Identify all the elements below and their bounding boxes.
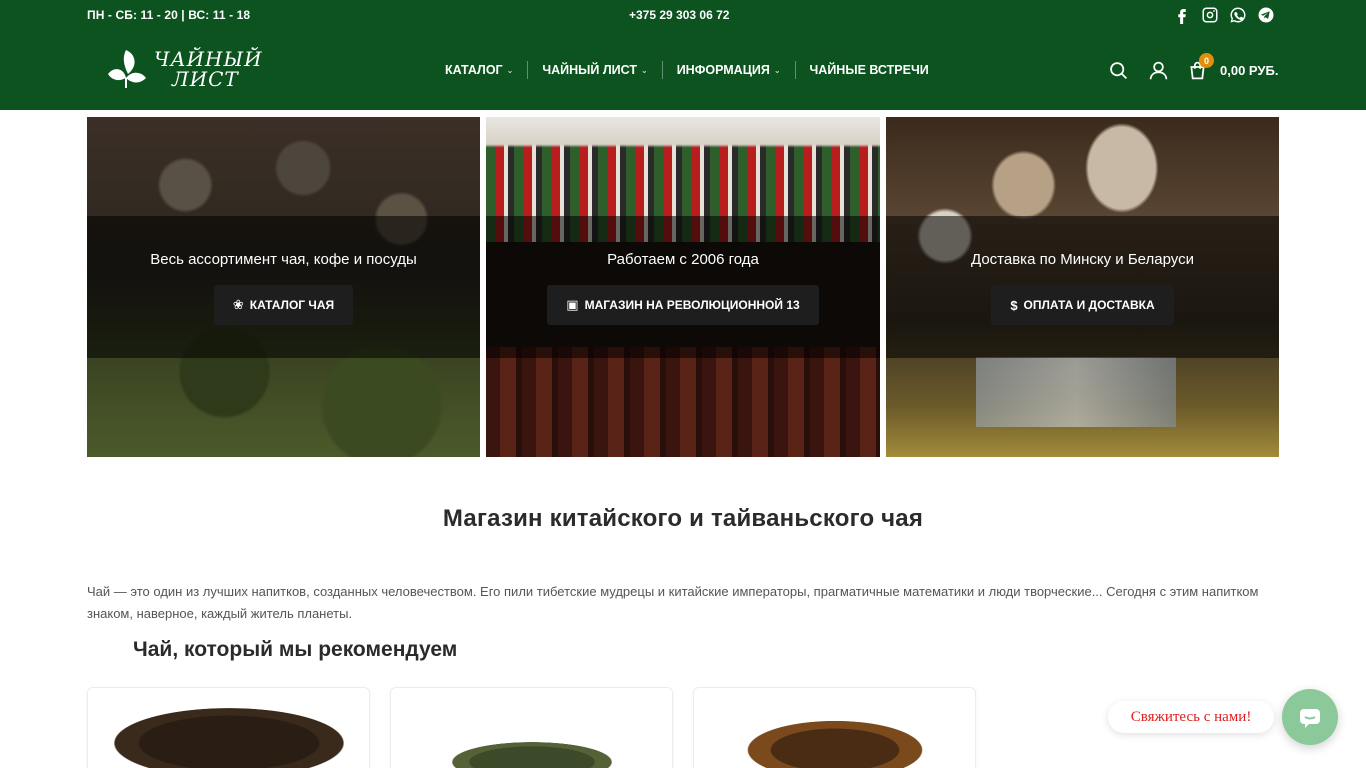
cart-count-badge: 0 <box>1199 53 1214 68</box>
social-links <box>1172 5 1276 25</box>
phone-number[interactable]: +375 29 303 06 72 <box>629 8 729 22</box>
banner-overlay: Работаем с 2006 года ▣ МАГАЗИН НА РЕВОЛЮ… <box>486 216 880 358</box>
cart-icon[interactable]: 0 <box>1185 53 1214 82</box>
chat-button[interactable] <box>1282 689 1338 745</box>
tea-leaf-logo-icon <box>104 44 148 95</box>
logo-line-2: ЛИСТ <box>172 67 239 91</box>
main-navigation: КАТАЛОГ ⌄ ЧАЙНЫЙ ЛИСТ ⌄ ИНФОРМАЦИЯ ⌄ ЧАЙ… <box>445 60 929 80</box>
banner-title: Доставка по Минску и Беларуси <box>971 251 1194 268</box>
cart-total[interactable]: 0,00 РУБ. <box>1220 63 1278 78</box>
top-bar: ПН - СБ: 11 - 20 | ВС: 11 - 18 +375 29 3… <box>0 0 1366 32</box>
dollar-icon: $ <box>1010 297 1018 313</box>
header-tools: 0 0,00 РУБ. <box>1106 53 1278 82</box>
product-card[interactable] <box>87 687 370 768</box>
page-title: Магазин китайского и тайваньского чая <box>442 505 924 532</box>
banner-overlay: Весь ассортимент чая, кофе и посуды ❀ КА… <box>87 216 480 358</box>
store-address-button[interactable]: ▣ МАГАЗИН НА РЕВОЛЮЦИОННОЙ 13 <box>547 285 819 325</box>
button-label: МАГАЗИН НА РЕВОЛЮЦИОННОЙ 13 <box>584 298 800 312</box>
chevron-down-icon: ⌄ <box>773 65 781 75</box>
leaf-icon: ❀ <box>232 297 244 312</box>
product-image <box>113 708 344 768</box>
nav-item-information[interactable]: ИНФОРМАЦИЯ ⌄ <box>677 63 781 77</box>
nav-divider <box>794 61 796 79</box>
instagram-icon[interactable] <box>1200 5 1220 25</box>
nav-item-label: КАТАЛОГ <box>445 63 503 77</box>
payment-delivery-button[interactable]: $ ОПЛАТА И ДОСТАВКА <box>991 285 1174 325</box>
search-icon[interactable] <box>1106 58 1130 82</box>
product-image <box>744 720 925 768</box>
catalog-tea-button[interactable]: ❀ КАТАЛОГ ЧАЯ <box>213 285 354 325</box>
product-card[interactable] <box>693 687 976 768</box>
facebook-icon[interactable] <box>1172 5 1192 25</box>
working-hours: ПН - СБ: 11 - 20 | ВС: 11 - 18 <box>87 8 251 22</box>
chevron-down-icon: ⌄ <box>640 65 648 75</box>
logo-text: ЧАЙНЫЙ ЛИСТ <box>154 49 263 89</box>
recommended-title: Чай, который мы рекомендуем <box>133 638 458 661</box>
whatsapp-icon[interactable] <box>1228 5 1248 25</box>
telegram-icon[interactable] <box>1256 5 1276 25</box>
contact-us-label[interactable]: Свяжитесь с нами! <box>1108 701 1274 733</box>
site-header: ПН - СБ: 11 - 20 | ВС: 11 - 18 +375 29 3… <box>0 0 1366 110</box>
store-icon: ▣ <box>566 297 579 312</box>
nav-item-catalog[interactable]: КАТАЛОГ ⌄ <box>445 63 513 77</box>
nav-divider <box>661 61 663 79</box>
product-card[interactable] <box>390 687 673 768</box>
banner-catalog[interactable]: Весь ассортимент чая, кофе и посуды ❀ КА… <box>87 117 480 457</box>
chevron-down-icon: ⌄ <box>506 65 514 75</box>
chat-icon <box>1300 709 1320 728</box>
banner-title: Весь ассортимент чая, кофе и посуды <box>150 251 417 268</box>
nav-item-tea-leaf[interactable]: ЧАЙНЫЙ ЛИСТ ⌄ <box>542 63 647 77</box>
button-label: КАТАЛОГ ЧАЯ <box>249 298 335 312</box>
banner-title: Работаем с 2006 года <box>607 251 759 268</box>
nav-item-label: ЧАЙНЫЕ ВСТРЕЧИ <box>809 63 929 77</box>
product-image <box>451 742 612 768</box>
nav-item-label: ИНФОРМАЦИЯ <box>676 63 770 77</box>
button-label: ОПЛАТА И ДОСТАВКА <box>1023 298 1155 312</box>
nav-divider <box>527 61 529 79</box>
banner-overlay: Доставка по Минску и Беларуси $ ОПЛАТА И… <box>886 216 1279 358</box>
banner-delivery[interactable]: Доставка по Минску и Беларуси $ ОПЛАТА И… <box>886 117 1279 457</box>
site-logo[interactable]: ЧАЙНЫЙ ЛИСТ <box>104 44 274 94</box>
nav-item-tea-meetings[interactable]: ЧАЙНЫЕ ВСТРЕЧИ <box>810 63 929 77</box>
banner-store[interactable]: Работаем с 2006 года ▣ МАГАЗИН НА РЕВОЛЮ… <box>486 117 880 457</box>
intro-text: Чай — это один из лучших напитков, созда… <box>87 584 1259 621</box>
account-icon[interactable] <box>1146 58 1170 82</box>
nav-item-label: ЧАЙНЫЙ ЛИСТ <box>542 63 637 77</box>
